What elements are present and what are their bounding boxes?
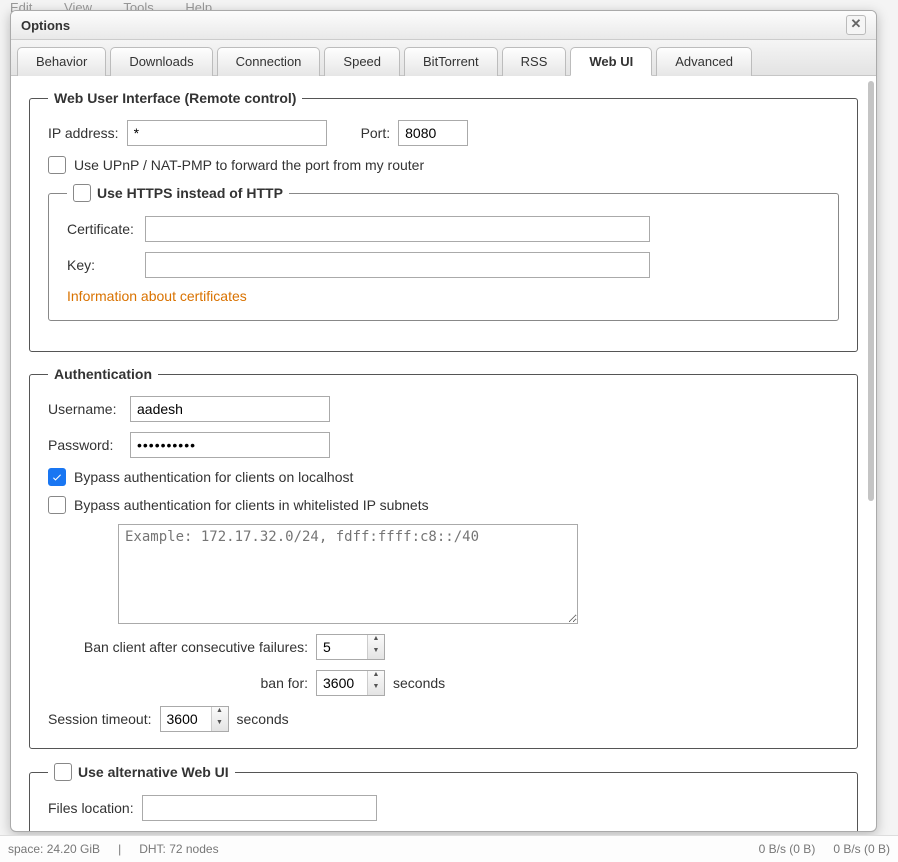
ban-for-label: ban for: bbox=[261, 675, 308, 691]
bypass-localhost-label: Bypass authentication for clients on loc… bbox=[74, 469, 353, 485]
key-input[interactable] bbox=[145, 252, 650, 278]
close-icon[interactable]: ✕ bbox=[846, 15, 866, 35]
alt-webui-legend: Use alternative Web UI bbox=[48, 763, 235, 781]
auth-fieldset: Authentication Username: Password: Bypas… bbox=[29, 366, 858, 749]
tab-rss[interactable]: RSS bbox=[502, 47, 567, 76]
upnp-checkbox[interactable] bbox=[48, 156, 66, 174]
session-timeout-label: Session timeout: bbox=[48, 711, 152, 727]
bypass-localhost-checkbox[interactable] bbox=[48, 468, 66, 486]
ban-failures-spinner[interactable]: ▲▼ bbox=[316, 634, 385, 660]
ip-address-input[interactable] bbox=[127, 120, 327, 146]
https-legend: Use HTTPS instead of HTTP bbox=[67, 184, 289, 202]
username-input[interactable] bbox=[130, 396, 330, 422]
tab-downloads[interactable]: Downloads bbox=[110, 47, 212, 76]
certificate-label: Certificate: bbox=[67, 221, 137, 237]
tab-connection[interactable]: Connection bbox=[217, 47, 321, 76]
tab-bittorrent[interactable]: BitTorrent bbox=[404, 47, 498, 76]
alt-webui-fieldset: Use alternative Web UI Files location: bbox=[29, 763, 858, 831]
scrollbar-thumb[interactable] bbox=[868, 81, 874, 501]
spinner-down-icon[interactable]: ▼ bbox=[368, 683, 384, 695]
key-label: Key: bbox=[67, 257, 137, 273]
webui-fieldset: Web User Interface (Remote control) IP a… bbox=[29, 90, 858, 352]
tab-speed[interactable]: Speed bbox=[324, 47, 400, 76]
port-label: Port: bbox=[361, 125, 391, 141]
ip-address-label: IP address: bbox=[48, 125, 119, 141]
bypass-whitelist-label: Bypass authentication for clients in whi… bbox=[74, 497, 429, 513]
ip-whitelist-textarea[interactable] bbox=[118, 524, 578, 624]
password-input[interactable] bbox=[130, 432, 330, 458]
status-upload-speed: 0 B/s (0 B) bbox=[833, 842, 890, 856]
dialog-content[interactable]: Web User Interface (Remote control) IP a… bbox=[11, 76, 876, 831]
session-timeout-input[interactable] bbox=[161, 707, 211, 731]
files-location-label: Files location: bbox=[48, 800, 134, 816]
auth-legend: Authentication bbox=[48, 366, 158, 382]
alt-webui-legend-text: Use alternative Web UI bbox=[78, 764, 229, 780]
tab-behavior[interactable]: Behavior bbox=[17, 47, 106, 76]
tab-webui[interactable]: Web UI bbox=[570, 47, 652, 76]
spinner-up-icon[interactable]: ▲ bbox=[368, 671, 384, 683]
password-label: Password: bbox=[48, 437, 122, 453]
ban-for-input[interactable] bbox=[317, 671, 367, 695]
dialog-titlebar: Options ✕ bbox=[11, 11, 876, 40]
port-input[interactable] bbox=[398, 120, 468, 146]
webui-legend: Web User Interface (Remote control) bbox=[48, 90, 302, 106]
dialog-title: Options bbox=[21, 18, 70, 33]
https-legend-text: Use HTTPS instead of HTTP bbox=[97, 185, 283, 201]
ban-for-seconds-label: seconds bbox=[393, 675, 445, 691]
options-dialog: Options ✕ Behavior Downloads Connection … bbox=[10, 10, 877, 832]
spinner-up-icon[interactable]: ▲ bbox=[368, 635, 384, 647]
session-timeout-seconds-label: seconds bbox=[237, 711, 289, 727]
certificates-info-link[interactable]: Information about certificates bbox=[67, 288, 247, 304]
status-dht: DHT: 72 nodes bbox=[139, 842, 218, 856]
spinner-up-icon[interactable]: ▲ bbox=[212, 707, 228, 719]
status-free-space: space: 24.20 GiB bbox=[8, 842, 100, 856]
bypass-whitelist-checkbox[interactable] bbox=[48, 496, 66, 514]
alt-webui-enable-checkbox[interactable] bbox=[54, 763, 72, 781]
https-enable-checkbox[interactable] bbox=[73, 184, 91, 202]
ban-for-spinner[interactable]: ▲▼ bbox=[316, 670, 385, 696]
tab-bar: Behavior Downloads Connection Speed BitT… bbox=[11, 40, 876, 76]
spinner-down-icon[interactable]: ▼ bbox=[368, 647, 384, 659]
spinner-down-icon[interactable]: ▼ bbox=[212, 719, 228, 731]
upnp-label: Use UPnP / NAT-PMP to forward the port f… bbox=[74, 157, 424, 173]
tab-advanced[interactable]: Advanced bbox=[656, 47, 752, 76]
files-location-input[interactable] bbox=[142, 795, 377, 821]
ban-failures-label: Ban client after consecutive failures: bbox=[84, 639, 308, 655]
username-label: Username: bbox=[48, 401, 122, 417]
status-bar: space: 24.20 GiB | DHT: 72 nodes 0 B/s (… bbox=[0, 835, 898, 862]
session-timeout-spinner[interactable]: ▲▼ bbox=[160, 706, 229, 732]
https-fieldset: Use HTTPS instead of HTTP Certificate: K… bbox=[48, 184, 839, 321]
status-download-speed: 0 B/s (0 B) bbox=[759, 842, 816, 856]
ban-failures-input[interactable] bbox=[317, 635, 367, 659]
certificate-input[interactable] bbox=[145, 216, 650, 242]
